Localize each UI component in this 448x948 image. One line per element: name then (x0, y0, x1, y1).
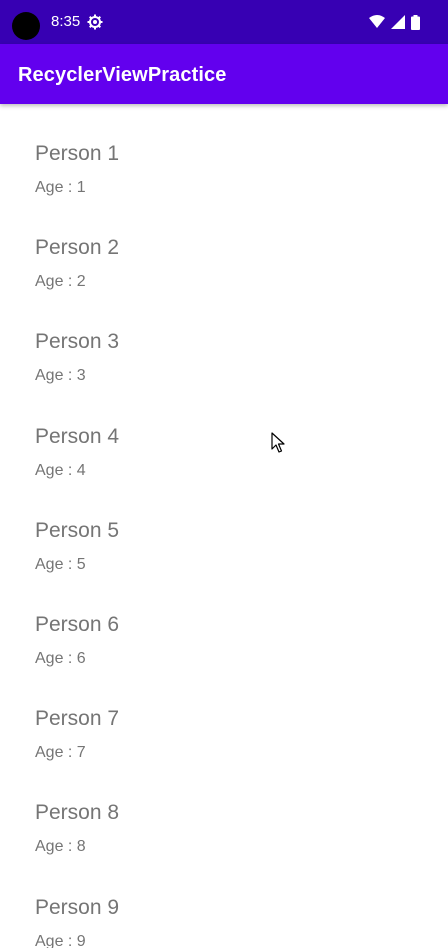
status-bar: 8:35 (0, 0, 448, 44)
person-list[interactable]: Person 1 Age : 1 Person 2 Age : 2 Person… (0, 104, 448, 948)
status-time: 8:35 (51, 13, 81, 30)
list-item[interactable]: Person 7 Age : 7 (0, 669, 448, 763)
list-item[interactable]: Person 1 Age : 1 (0, 104, 448, 198)
app-title: RecyclerViewPractice (18, 64, 227, 86)
list-item[interactable]: Person 8 Age : 8 (0, 763, 448, 857)
person-age: Age : 2 (35, 273, 86, 291)
mouse-pointer-icon (271, 432, 285, 453)
wifi-icon (369, 15, 385, 28)
list-item[interactable]: Person 6 Age : 6 (0, 575, 448, 669)
battery-icon (411, 14, 420, 30)
status-icons (369, 14, 420, 30)
camera-cutout (12, 12, 40, 40)
person-name: Person 8 (35, 801, 120, 825)
signal-icon (391, 15, 405, 29)
list-item[interactable]: Person 5 Age : 5 (0, 481, 448, 575)
person-age: Age : 9 (35, 932, 86, 948)
list-item[interactable]: Person 3 Age : 3 (0, 292, 448, 386)
person-age: Age : 3 (35, 367, 86, 385)
person-name: Person 6 (35, 612, 120, 636)
app-bar: RecyclerViewPractice (0, 44, 448, 104)
person-name: Person 4 (35, 424, 120, 448)
person-name: Person 5 (35, 518, 120, 542)
person-name: Person 7 (35, 707, 120, 731)
person-age: Age : 6 (35, 649, 86, 667)
person-age: Age : 7 (35, 744, 86, 762)
person-name: Person 2 (35, 236, 120, 260)
person-name: Person 1 (35, 142, 120, 165)
person-name: Person 9 (35, 895, 120, 919)
gear-icon (87, 14, 103, 30)
person-age: Age : 1 (35, 179, 86, 196)
list-item[interactable]: Person 2 Age : 2 (0, 198, 448, 292)
list-item[interactable]: Person 4 Age : 4 (0, 387, 448, 481)
person-age: Age : 5 (35, 555, 86, 573)
person-name: Person 3 (35, 330, 120, 354)
list-item[interactable]: Person 9 Age : 9 (0, 858, 448, 948)
person-age: Age : 8 (35, 838, 86, 856)
person-age: Age : 4 (35, 461, 86, 479)
